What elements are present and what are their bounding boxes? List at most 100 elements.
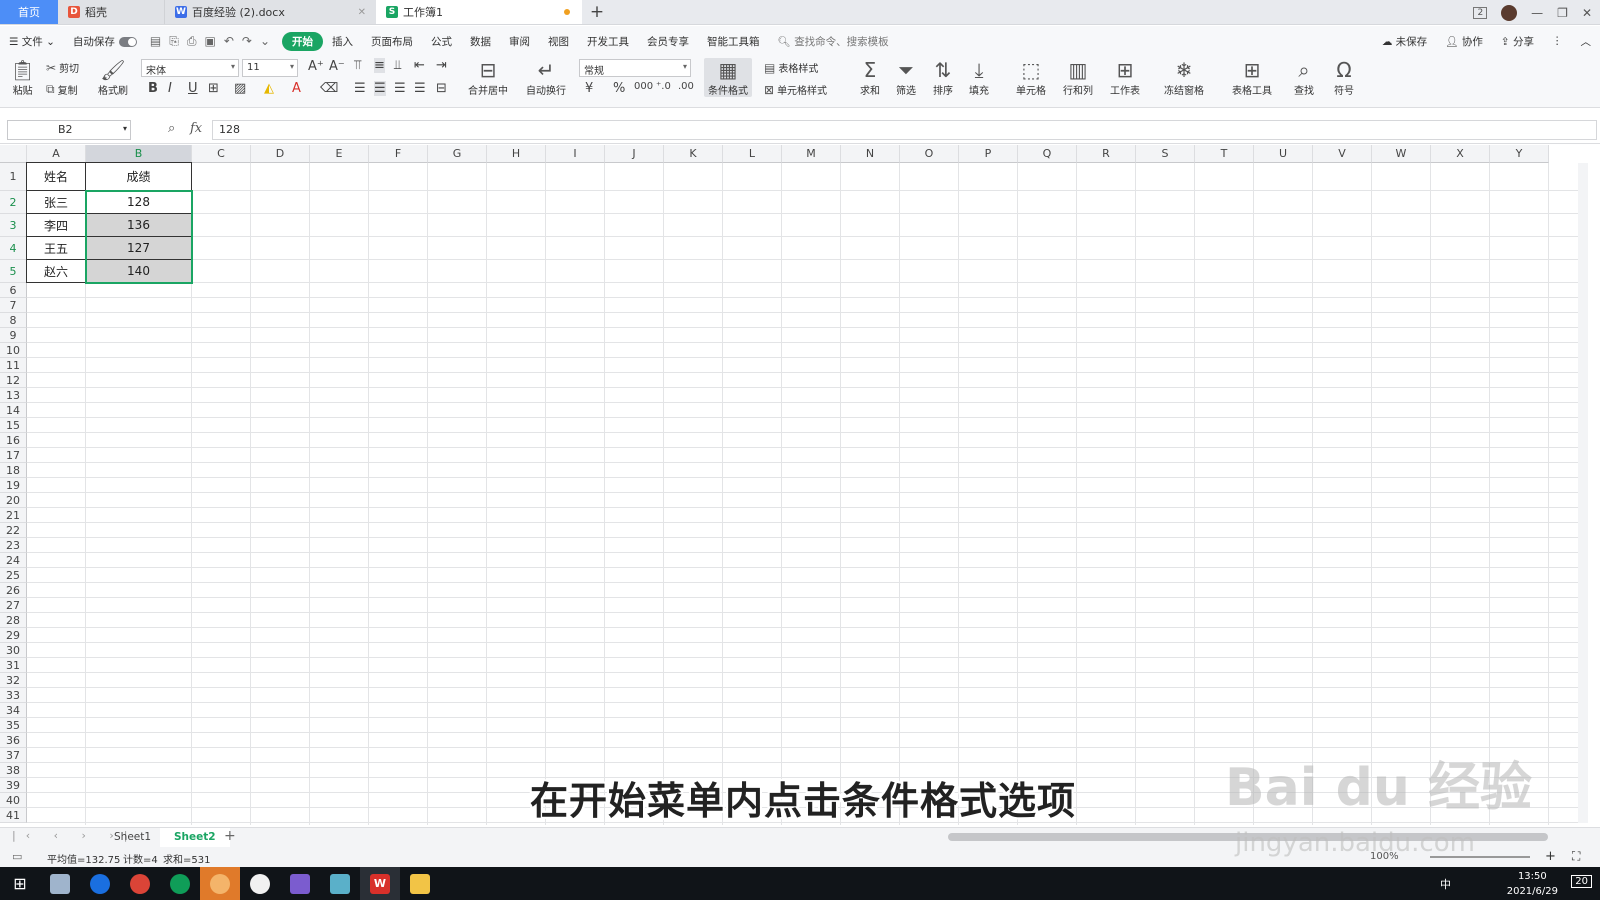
tab-home[interactable]: 首页	[0, 0, 58, 24]
column-header-o[interactable]: O	[900, 145, 959, 163]
column-header-e[interactable]: E	[310, 145, 369, 163]
taskbar-clock[interactable]: 13:50 2021/6/29	[1507, 869, 1558, 899]
notification-badge[interactable]: 20	[1571, 875, 1592, 888]
row-header-29[interactable]: 29	[0, 628, 27, 643]
vertical-scrollbar[interactable]	[1578, 163, 1588, 823]
column-header-f[interactable]: F	[369, 145, 428, 163]
row-header-39[interactable]: 39	[0, 778, 27, 793]
save-icon[interactable]: ▤	[150, 34, 161, 48]
row-header-41[interactable]: 41	[0, 808, 27, 823]
table-tools-button[interactable]: ⊞ 表格工具	[1232, 58, 1272, 97]
select-all-corner[interactable]	[0, 145, 27, 163]
align-right-icon[interactable]: ☰	[394, 81, 406, 96]
column-header-h[interactable]: H	[487, 145, 546, 163]
row-header-10[interactable]: 10	[0, 343, 27, 358]
row-header-15[interactable]: 15	[0, 418, 27, 433]
sheet-tab-1[interactable]: Sheet1	[100, 828, 165, 847]
print-icon[interactable]: ⎙	[187, 34, 197, 49]
filter-button[interactable]: ⏷ 筛选	[896, 58, 916, 97]
ime-indicator[interactable]: 中	[1440, 876, 1451, 892]
cell-b5[interactable]: 140	[85, 259, 192, 283]
row-header-20[interactable]: 20	[0, 493, 27, 508]
percent-icon[interactable]: %	[613, 81, 625, 96]
indent-decrease-icon[interactable]: ⇤	[414, 58, 425, 73]
chrome-icon[interactable]	[120, 867, 160, 900]
row-header-23[interactable]: 23	[0, 538, 27, 553]
column-header-q[interactable]: Q	[1018, 145, 1077, 163]
column-header-b[interactable]: B	[86, 145, 192, 163]
column-header-n[interactable]: N	[841, 145, 900, 163]
thousands-icon[interactable]: 000	[634, 81, 653, 92]
distribute-icon[interactable]: ⊟	[436, 81, 447, 96]
cell-a1[interactable]: 姓名	[26, 162, 86, 191]
cell-b2[interactable]: 128	[85, 190, 192, 214]
font-size-select[interactable]: 11 ▾	[242, 59, 298, 77]
notepad-icon[interactable]	[40, 867, 80, 900]
window-badge-icon[interactable]: 2	[1473, 6, 1488, 19]
row-header-5[interactable]: 5	[0, 260, 27, 283]
command-search[interactable]: 🔍︎ 查找命令、搜索模板	[769, 34, 898, 49]
row-header-2[interactable]: 2	[0, 191, 27, 214]
close-window-icon[interactable]: ✕	[1582, 6, 1592, 20]
bold-icon[interactable]: B	[148, 81, 158, 96]
row-header-12[interactable]: 12	[0, 373, 27, 388]
collapse-ribbon-icon[interactable]: ︿	[1572, 34, 1600, 49]
row-header-33[interactable]: 33	[0, 688, 27, 703]
align-top-icon[interactable]: ⫪	[354, 58, 361, 73]
row-header-24[interactable]: 24	[0, 553, 27, 568]
column-header-l[interactable]: L	[723, 145, 782, 163]
fill-color-icon[interactable]: ◭	[264, 81, 274, 96]
collab-button[interactable]: 👤︎ 协作	[1436, 34, 1492, 49]
row-header-8[interactable]: 8	[0, 313, 27, 328]
chrome-2-icon[interactable]	[160, 867, 200, 900]
windows-start-icon[interactable]: ⊞	[0, 867, 40, 900]
row-header-27[interactable]: 27	[0, 598, 27, 613]
column-header-x[interactable]: X	[1431, 145, 1490, 163]
column-header-m[interactable]: M	[782, 145, 841, 163]
menu-member[interactable]: 会员专享	[638, 34, 698, 49]
row-header-22[interactable]: 22	[0, 523, 27, 538]
wps-icon[interactable]: W	[360, 867, 400, 900]
column-header-t[interactable]: T	[1195, 145, 1254, 163]
book-icon[interactable]	[320, 867, 360, 900]
column-header-a[interactable]: A	[27, 145, 86, 163]
cell-b1[interactable]: 成绩	[85, 162, 192, 191]
menu-formula[interactable]: 公式	[422, 34, 461, 49]
menu-developer[interactable]: 开发工具	[578, 34, 638, 49]
align-center-icon[interactable]: ☰	[374, 81, 386, 96]
row-header-31[interactable]: 31	[0, 658, 27, 673]
minimize-icon[interactable]: —	[1531, 6, 1543, 20]
column-header-i[interactable]: I	[546, 145, 605, 163]
column-header-g[interactable]: G	[428, 145, 487, 163]
row-header-26[interactable]: 26	[0, 583, 27, 598]
conditional-format-button[interactable]: ▦ 条件格式	[704, 58, 752, 97]
column-header-v[interactable]: V	[1313, 145, 1372, 163]
row-header-14[interactable]: 14	[0, 403, 27, 418]
column-header-p[interactable]: P	[959, 145, 1018, 163]
font-color-icon[interactable]: A	[292, 81, 301, 96]
number-format-select[interactable]: 常规 ▾	[579, 59, 691, 77]
app-a-icon[interactable]	[240, 867, 280, 900]
symbol-button[interactable]: Ω 符号	[1334, 58, 1354, 97]
name-box[interactable]: B2 ▾	[7, 120, 131, 140]
currency-icon[interactable]: ¥	[585, 81, 593, 96]
row-header-11[interactable]: 11	[0, 358, 27, 373]
share-button[interactable]: ⇪ 分享	[1492, 34, 1543, 49]
cell-a2[interactable]: 张三	[26, 190, 86, 214]
row-header-4[interactable]: 4	[0, 237, 27, 260]
fill-button[interactable]: ⤓ 填充	[969, 58, 989, 97]
table-style-button[interactable]: ▤ 表格样式	[764, 60, 818, 76]
format-painter-button[interactable]: 🖌︎ 格式刷	[98, 58, 128, 97]
cell-b3[interactable]: 136	[85, 213, 192, 237]
merge-center-button[interactable]: ⊟ 合并居中	[468, 58, 508, 97]
italic-icon[interactable]: I	[168, 81, 172, 96]
align-left-icon[interactable]: ☰	[354, 81, 366, 96]
column-header-d[interactable]: D	[251, 145, 310, 163]
column-header-u[interactable]: U	[1254, 145, 1313, 163]
row-header-37[interactable]: 37	[0, 748, 27, 763]
row-header-30[interactable]: 30	[0, 643, 27, 658]
row-header-16[interactable]: 16	[0, 433, 27, 448]
menu-page-layout[interactable]: 页面布局	[362, 34, 422, 49]
menu-home[interactable]: 开始	[282, 31, 323, 51]
app-orange-icon[interactable]	[200, 867, 240, 900]
